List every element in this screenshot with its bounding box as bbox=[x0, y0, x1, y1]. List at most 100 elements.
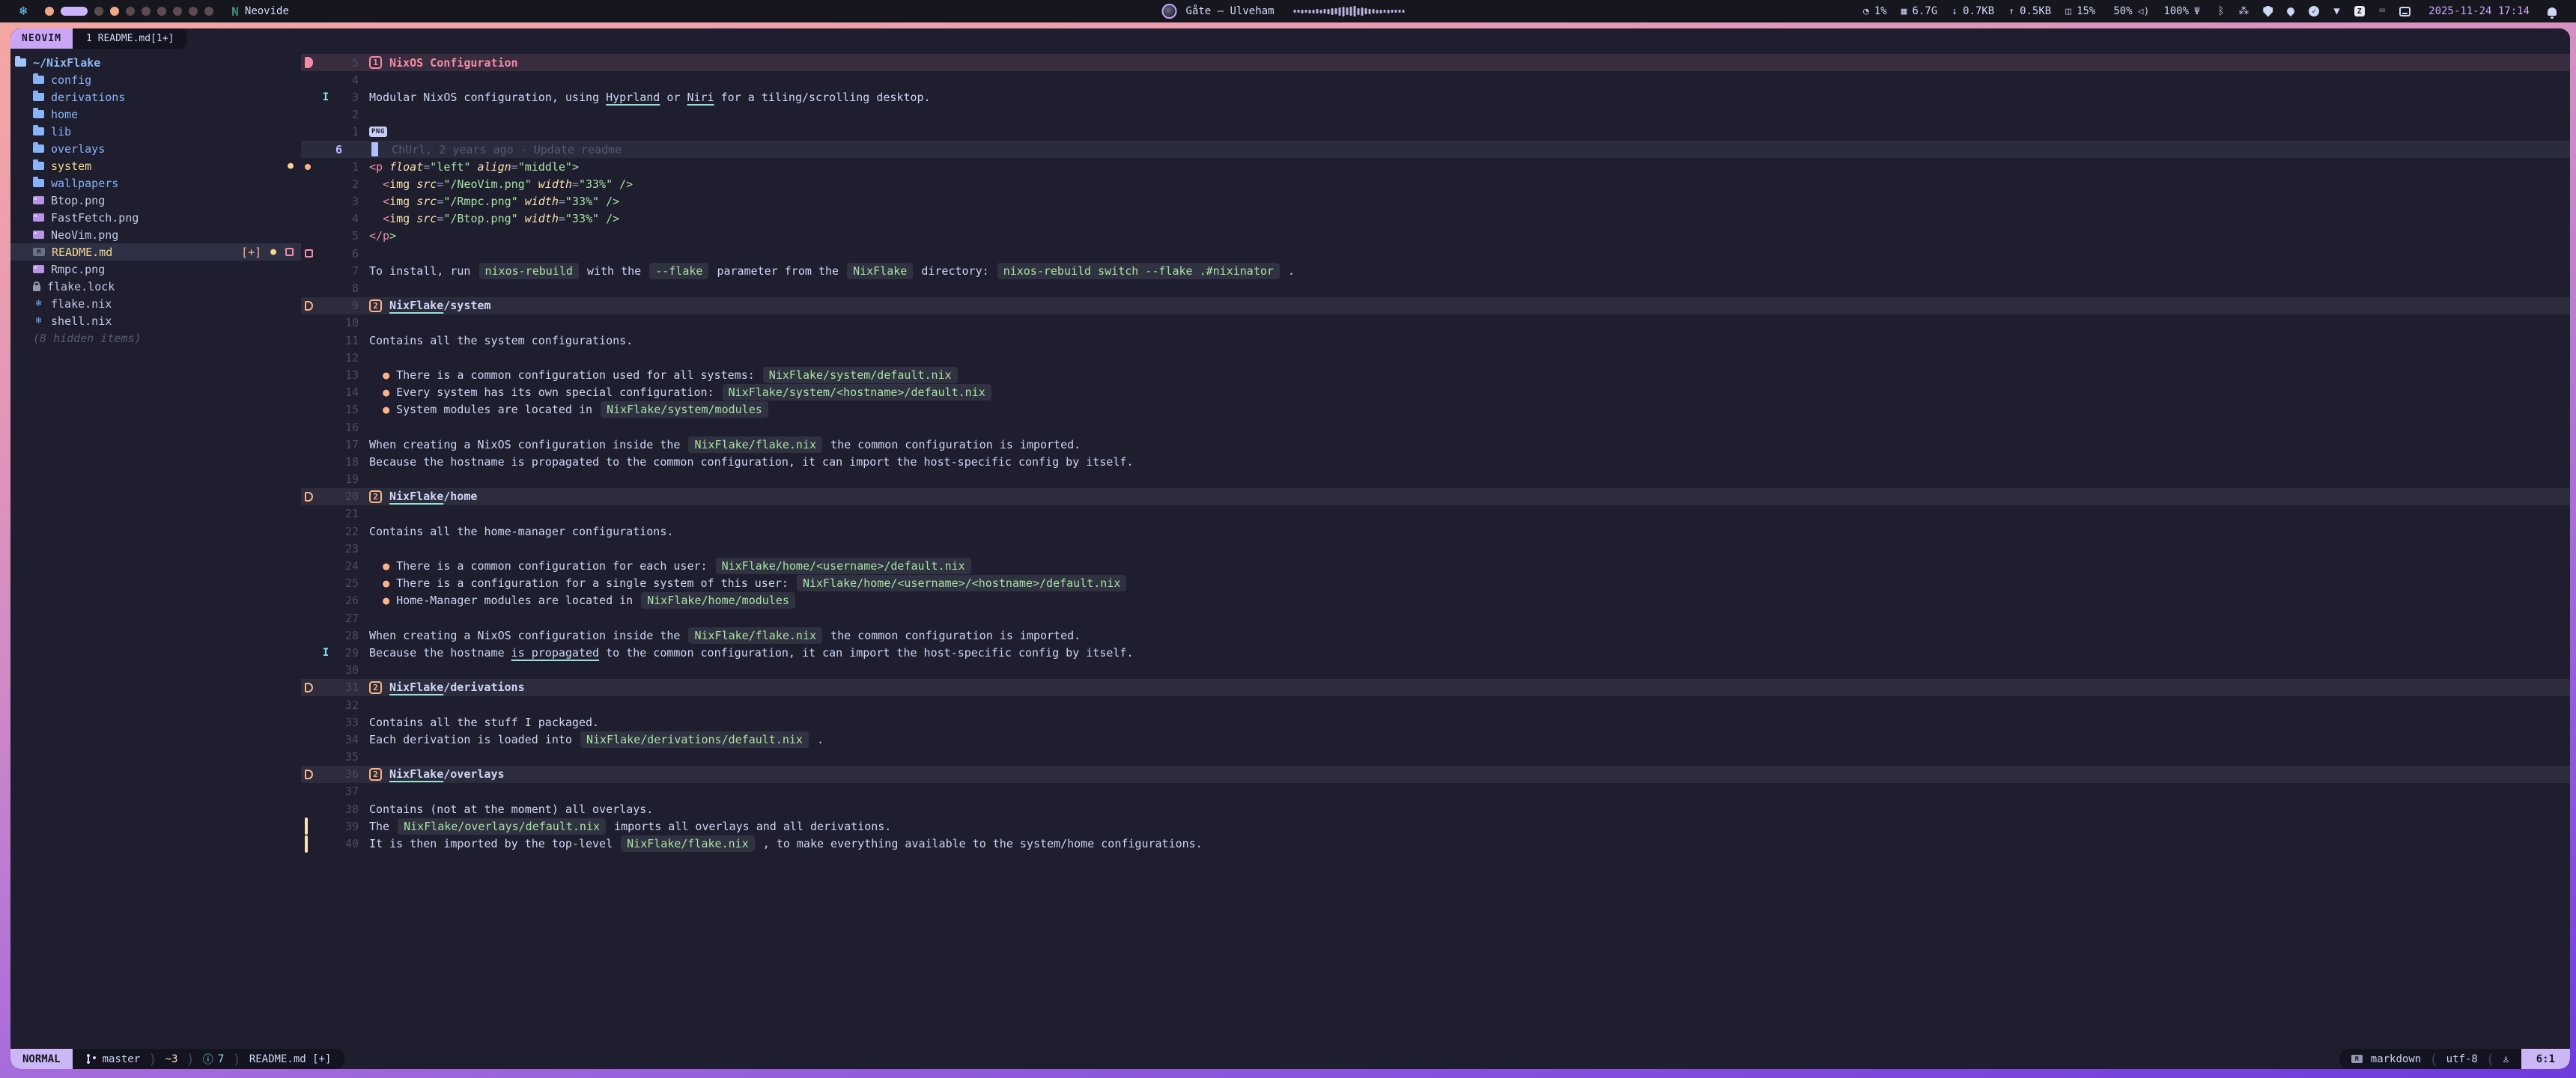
tree-item-system[interactable]: system● bbox=[10, 157, 301, 174]
editor-line[interactable]: 7To install, run nixos-rebuild with the … bbox=[301, 262, 2570, 279]
text-segment: Modular NixOS configuration, using bbox=[369, 91, 606, 104]
editor-line[interactable]: 202NixFlake/home bbox=[301, 488, 2570, 505]
editor-line[interactable]: 33Contains all the stuff I packaged. bbox=[301, 713, 2570, 731]
volume-stat[interactable]: 50%◁) bbox=[2113, 5, 2149, 17]
tree-item-neovim-png[interactable]: NeoVim.png bbox=[10, 226, 301, 243]
info-count: 7 bbox=[218, 1053, 224, 1065]
workspace-empty-dot[interactable] bbox=[157, 7, 166, 16]
editor-line[interactable]: 2 bbox=[301, 106, 2570, 124]
tree-root[interactable]: ~/NixFlake bbox=[10, 54, 301, 71]
terminal-icon[interactable] bbox=[2399, 7, 2411, 16]
editor-line[interactable]: 1PNG bbox=[301, 124, 2570, 141]
tree-item-wallpapers[interactable]: wallpapers bbox=[10, 174, 301, 192]
editor-line[interactable]: 32 bbox=[301, 696, 2570, 713]
tab-readme[interactable]: 1 README.md[1+] bbox=[73, 28, 187, 49]
editor-line[interactable]: 14 ● Every system has its own special co… bbox=[301, 384, 2570, 401]
location-lock-icon[interactable] bbox=[2287, 7, 2294, 15]
editor-line[interactable]: 6 ChUrl, 2 years ago - Update readme bbox=[301, 141, 2570, 158]
editor-line[interactable]: 38Contains (not at the moment) all overl… bbox=[301, 800, 2570, 817]
editor-line[interactable]: 16 bbox=[301, 418, 2570, 436]
editor-line[interactable]: 2 <img src="/NeoVim.png" width="33%" /> bbox=[301, 175, 2570, 192]
editor-line[interactable]: 35 bbox=[301, 749, 2570, 766]
editor-line[interactable]: 362NixFlake/overlays bbox=[301, 766, 2570, 783]
text-segment: img bbox=[389, 177, 410, 191]
network-icon[interactable]: ⁂ bbox=[2238, 5, 2249, 17]
line-number: 5 bbox=[333, 229, 359, 243]
folder-icon bbox=[33, 144, 44, 153]
workspace-empty-dot[interactable] bbox=[142, 7, 151, 16]
editor-line[interactable]: 21 bbox=[301, 505, 2570, 523]
editor-line[interactable]: 13 ● There is a common configuration use… bbox=[301, 366, 2570, 383]
tree-item-lib[interactable]: lib bbox=[10, 123, 301, 140]
editor-line[interactable]: 4 <img src="/Btop.png" width="33%" /> bbox=[301, 210, 2570, 228]
fold-heading2-icon bbox=[305, 492, 313, 502]
workspace-active-dot[interactable] bbox=[61, 7, 88, 16]
editor-line[interactable]: 24 ● There is a common configuration for… bbox=[301, 557, 2570, 574]
editor-line[interactable]: 92NixFlake/system bbox=[301, 297, 2570, 314]
text-segment: There is a common configuration for each… bbox=[396, 559, 714, 573]
editor-line[interactable]: 5</p> bbox=[301, 228, 2570, 245]
editor-line[interactable]: 10 bbox=[301, 314, 2570, 332]
shield-icon[interactable] bbox=[2263, 6, 2273, 17]
editor-line[interactable]: 6 bbox=[301, 245, 2570, 262]
editor-line[interactable]: 34Each derivation is loaded into NixFlak… bbox=[301, 731, 2570, 748]
editor-line[interactable]: 37 bbox=[301, 783, 2570, 800]
editor-line[interactable]: 8 bbox=[301, 279, 2570, 296]
editor-line[interactable]: 40It is then imported by the top-level N… bbox=[301, 835, 2570, 852]
bluetooth-icon[interactable]: ᛒ bbox=[2218, 5, 2224, 17]
workspace-empty-dot[interactable] bbox=[204, 7, 213, 16]
tree-item-btop-png[interactable]: Btop.png bbox=[10, 192, 301, 209]
tree-item-readme-md[interactable]: MREADME.md[+]● bbox=[10, 243, 301, 261]
editor-line[interactable]: 12 bbox=[301, 349, 2570, 366]
editor-buffer[interactable]: 51NixOS Configuration4I3Modular NixOS co… bbox=[301, 49, 2570, 1069]
tree-item-flake-lock[interactable]: flake.lock bbox=[10, 278, 301, 295]
workspace-occupied-dot[interactable] bbox=[45, 7, 54, 16]
keyboard-icon[interactable]: ⌨ bbox=[2379, 5, 2385, 17]
mic-stat[interactable]: 100%Ψ bbox=[2163, 5, 2200, 17]
tree-item-flake-nix[interactable]: ❄flake.nix bbox=[10, 295, 301, 312]
unsaved-dot-icon: ● bbox=[270, 246, 276, 258]
editor-line[interactable]: 27 bbox=[301, 609, 2570, 627]
tree-item-rmpc-png[interactable]: Rmpc.png bbox=[10, 261, 301, 278]
z-tray-icon[interactable]: Z bbox=[2354, 6, 2365, 16]
workspace-empty-dot[interactable] bbox=[173, 7, 182, 16]
music-widget[interactable]: Gåte – Ulveham bbox=[1162, 0, 1405, 22]
text-segment bbox=[532, 177, 538, 191]
git-branch[interactable]: master bbox=[86, 1053, 141, 1065]
editor-line[interactable]: 312NixFlake/derivations bbox=[301, 679, 2570, 696]
notifications-bell-icon[interactable] bbox=[2548, 7, 2557, 16]
editor-line[interactable]: 4 bbox=[301, 71, 2570, 88]
vpn-icon[interactable]: ▼ bbox=[2333, 5, 2339, 17]
tree-item-overlays[interactable]: overlays bbox=[10, 140, 301, 157]
editor-line[interactable]: 19 bbox=[301, 471, 2570, 488]
tree-item-home[interactable]: home bbox=[10, 106, 301, 123]
editor-line[interactable]: I29Because the hostname is propagated to… bbox=[301, 644, 2570, 661]
workspace-empty-dot[interactable] bbox=[126, 7, 135, 16]
editor-line[interactable]: 15 ● System modules are located in NixFl… bbox=[301, 401, 2570, 418]
editor-line[interactable]: 26 ● Home-Manager modules are located in… bbox=[301, 592, 2570, 609]
verified-icon[interactable]: ✓ bbox=[2309, 6, 2319, 16]
editor-line[interactable]: I3Modular NixOS configuration, using Hyp… bbox=[301, 88, 2570, 106]
editor-line[interactable]: 25 ● There is a configuration for a sing… bbox=[301, 575, 2570, 592]
line-content: ● There is a common configuration used f… bbox=[359, 367, 959, 383]
editor-line[interactable]: 1<p float="left" align="middle"> bbox=[301, 158, 2570, 175]
editor-line[interactable]: 28When creating a NixOS configuration in… bbox=[301, 627, 2570, 644]
tree-item-shell-nix[interactable]: ❄shell.nix bbox=[10, 312, 301, 329]
neovide-app-indicator[interactable]: N Neovide bbox=[231, 4, 289, 19]
workspace-occupied-dot[interactable] bbox=[110, 7, 119, 16]
workspace-indicators[interactable] bbox=[45, 7, 213, 16]
editor-line[interactable]: 51NixOS Configuration bbox=[301, 54, 2570, 71]
tree-item-derivations[interactable]: derivations bbox=[10, 88, 301, 106]
editor-line[interactable]: 18Because the hostname is propagated to … bbox=[301, 453, 2570, 470]
workspace-empty-dot[interactable] bbox=[189, 7, 198, 16]
editor-line[interactable]: 17When creating a NixOS configuration in… bbox=[301, 436, 2570, 453]
editor-line[interactable]: 22Contains all the home-manager configur… bbox=[301, 523, 2570, 540]
editor-line[interactable]: 11Contains all the system configurations… bbox=[301, 332, 2570, 349]
editor-line[interactable]: 23 bbox=[301, 540, 2570, 557]
editor-line[interactable]: 3 <img src="/Rmpc.png" width="33%" /> bbox=[301, 193, 2570, 210]
workspace-empty-dot[interactable] bbox=[94, 7, 103, 16]
editor-line[interactable]: 30 bbox=[301, 662, 2570, 679]
tree-item-config[interactable]: config bbox=[10, 71, 301, 88]
editor-line[interactable]: 39The NixFlake/overlays/default.nix impo… bbox=[301, 817, 2570, 835]
tree-item-fastfetch-png[interactable]: FastFetch.png bbox=[10, 209, 301, 226]
